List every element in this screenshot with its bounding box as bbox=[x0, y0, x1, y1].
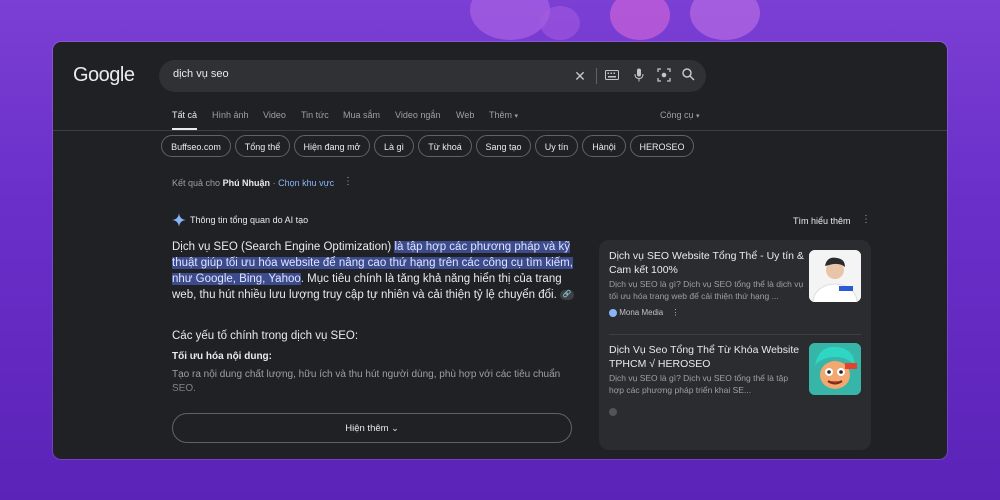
chip-tong-the[interactable]: Tổng thể bbox=[235, 135, 290, 157]
google-logo[interactable]: Google bbox=[73, 64, 135, 87]
clear-icon[interactable]: ✕ bbox=[572, 68, 588, 84]
tab-short-videos[interactable]: Video ngắn bbox=[395, 110, 440, 120]
source-card[interactable]: Dịch vụ SEO Website Tổng Thể - Uy tín & … bbox=[599, 240, 871, 335]
source-card-thumbnail bbox=[809, 250, 861, 302]
card-more-options-icon[interactable]: ⋮ bbox=[672, 308, 680, 317]
decor-blob bbox=[610, 0, 670, 40]
ai-sparkle-icon bbox=[172, 213, 186, 227]
ai-more-options-icon[interactable]: ⋮ bbox=[861, 214, 871, 225]
location-prefix: Kết quả cho bbox=[172, 178, 221, 188]
chip-sang-tao[interactable]: Sang tạo bbox=[476, 135, 531, 157]
chip-la-gi[interactable]: Là gì bbox=[374, 135, 414, 157]
source-card-desc: Dịch vụ SEO là gì? Dịch vụ SEO tổng thể … bbox=[609, 279, 804, 301]
tab-more[interactable]: Thêm ▾ bbox=[489, 110, 518, 120]
search-icon[interactable] bbox=[680, 68, 696, 84]
more-options-icon[interactable]: ⋮ bbox=[343, 176, 353, 187]
ai-overview-heading: Các yếu tố chính trong dịch vụ SEO: bbox=[172, 330, 359, 342]
content-fade bbox=[153, 377, 623, 417]
site-favicon-icon bbox=[609, 407, 617, 416]
chevron-down-icon: ▾ bbox=[696, 113, 700, 120]
decor-blob bbox=[470, 0, 550, 40]
ai-overview-subheading: Tối ưu hóa nội dung: bbox=[172, 351, 272, 362]
source-card[interactable]: Dịch Vụ Seo Tổng Thể Từ Khóa Website TPH… bbox=[599, 335, 871, 450]
background-decoration bbox=[0, 0, 1000, 44]
tab-web[interactable]: Web bbox=[456, 110, 474, 120]
learn-more-link[interactable]: Tìm hiểu thêm bbox=[793, 216, 851, 226]
paragraph-start: Dịch vụ SEO (Search Engine Optimization) bbox=[172, 241, 395, 253]
source-card-desc: Dịch vụ SEO là gì? Dịch vụ SEO tổng thể … bbox=[609, 373, 789, 395]
source-cards-panel: Dịch vụ SEO Website Tổng Thể - Uy tín & … bbox=[599, 240, 871, 450]
site-favicon-icon bbox=[609, 308, 617, 317]
decor-blob bbox=[540, 6, 580, 40]
source-card-site: Mona Media ⋮ bbox=[609, 308, 680, 317]
tab-all[interactable]: Tất cả bbox=[172, 110, 197, 120]
source-card-thumbnail bbox=[809, 343, 861, 395]
keyboard-icon[interactable] bbox=[604, 68, 620, 84]
chip-uy-tin[interactable]: Uy tín bbox=[535, 135, 578, 157]
source-card-site-name: Mona Media bbox=[619, 308, 664, 317]
tab-videos[interactable]: Video bbox=[263, 110, 286, 120]
tab-news[interactable]: Tin tức bbox=[301, 110, 329, 120]
show-more-button[interactable]: Hiện thêm ⌄ bbox=[172, 413, 572, 443]
microphone-icon[interactable] bbox=[631, 68, 647, 84]
search-input[interactable]: dịch vụ seo bbox=[173, 68, 229, 80]
chip-buffseo[interactable]: Buffseo.com bbox=[161, 135, 231, 157]
chip-heroseo[interactable]: HEROSEO bbox=[630, 135, 694, 157]
source-card-site bbox=[609, 407, 617, 416]
search-divider bbox=[596, 68, 597, 84]
chip-hien-dang-mo[interactable]: Hiện đang mở bbox=[294, 135, 370, 157]
ai-overview-paragraph: Dịch vụ SEO (Search Engine Optimization)… bbox=[172, 239, 582, 303]
chip-tu-khoa[interactable]: Từ khoá bbox=[418, 135, 472, 157]
lens-icon[interactable] bbox=[656, 68, 672, 84]
tools-label: Công cụ bbox=[660, 110, 694, 120]
location-separator: · bbox=[272, 178, 276, 188]
chip-ha-noi[interactable]: Hànội bbox=[582, 135, 626, 157]
source-card-title[interactable]: Dịch Vụ Seo Tổng Thể Từ Khóa Website TPH… bbox=[609, 343, 805, 371]
chevron-down-icon: ⌄ bbox=[391, 423, 399, 433]
search-bar[interactable]: dịch vụ seo ✕ bbox=[159, 60, 706, 92]
decor-blob bbox=[690, 0, 760, 40]
tab-shopping[interactable]: Mua sắm bbox=[343, 110, 380, 120]
location-place: Phú Nhuận bbox=[222, 178, 271, 188]
ai-overview-label: Thông tin tổng quan do AI tạo bbox=[190, 215, 309, 225]
tab-images[interactable]: Hình ảnh bbox=[212, 110, 249, 120]
chevron-down-icon: ▾ bbox=[514, 113, 519, 120]
location-line: Kết quả cho Phú Nhuận · Chọn khu vực bbox=[172, 178, 334, 188]
search-results-window: Google dịch vụ seo ✕ Tất cả Hình ảnh Vid… bbox=[53, 42, 947, 459]
link-icon[interactable]: 🔗 bbox=[560, 289, 575, 300]
source-card-title[interactable]: Dịch vụ SEO Website Tổng Thể - Uy tín & … bbox=[609, 249, 805, 277]
tab-more-label: Thêm bbox=[489, 110, 513, 120]
show-more-label: Hiện thêm bbox=[345, 423, 389, 434]
change-location-link[interactable]: Chọn khu vực bbox=[278, 178, 334, 188]
tools-button[interactable]: Công cụ ▾ bbox=[660, 110, 700, 120]
tabs-divider bbox=[53, 130, 947, 131]
